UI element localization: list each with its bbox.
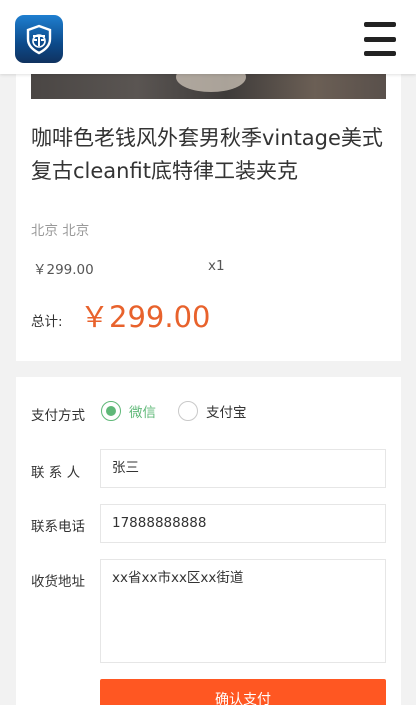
total-price: ￥299.00 [80,300,211,334]
payment-option-alipay[interactable]: 支付宝 [178,401,247,421]
radio-unchecked-icon [178,401,198,421]
address-textarea[interactable]: xx省xx市xx区xx街道 [100,559,386,663]
contact-label: 联 系 人 [31,465,81,481]
phone-label: 联系电话 [31,519,85,535]
confirm-payment-button[interactable]: 确认支付 [100,679,386,705]
unit-price: ￥299.00 [33,262,94,278]
contact-input[interactable]: 张三 [100,449,386,488]
checkout-page: 咖啡色老钱风外套男秋季vintage美式复古cleanfit底特律工装夹克 北京… [0,0,416,705]
total-label: 总计: [31,314,63,330]
product-title: 咖啡色老钱风外套男秋季vintage美式复古cleanfit底特律工装夹克 [31,126,383,183]
address-label: 收货地址 [31,574,85,590]
phone-input[interactable]: 17888888888 [100,504,386,543]
payment-option-label: 微信 [129,405,156,421]
payment-option-label: 支付宝 [206,405,247,421]
top-header [0,0,416,74]
quantity: x1 [208,258,225,274]
payment-method-label: 支付方式 [31,408,85,424]
radio-checked-icon [101,401,121,421]
product-location: 北京 北京 [31,223,90,239]
hamburger-menu-icon[interactable] [364,22,396,56]
product-image [31,74,386,99]
payment-form: 支付方式 微信 支付宝 联 系 人 张三 联系电话 17888888888 收货… [16,377,401,705]
payment-option-wechat[interactable]: 微信 [101,401,156,421]
shield-logo-icon[interactable] [15,15,63,63]
